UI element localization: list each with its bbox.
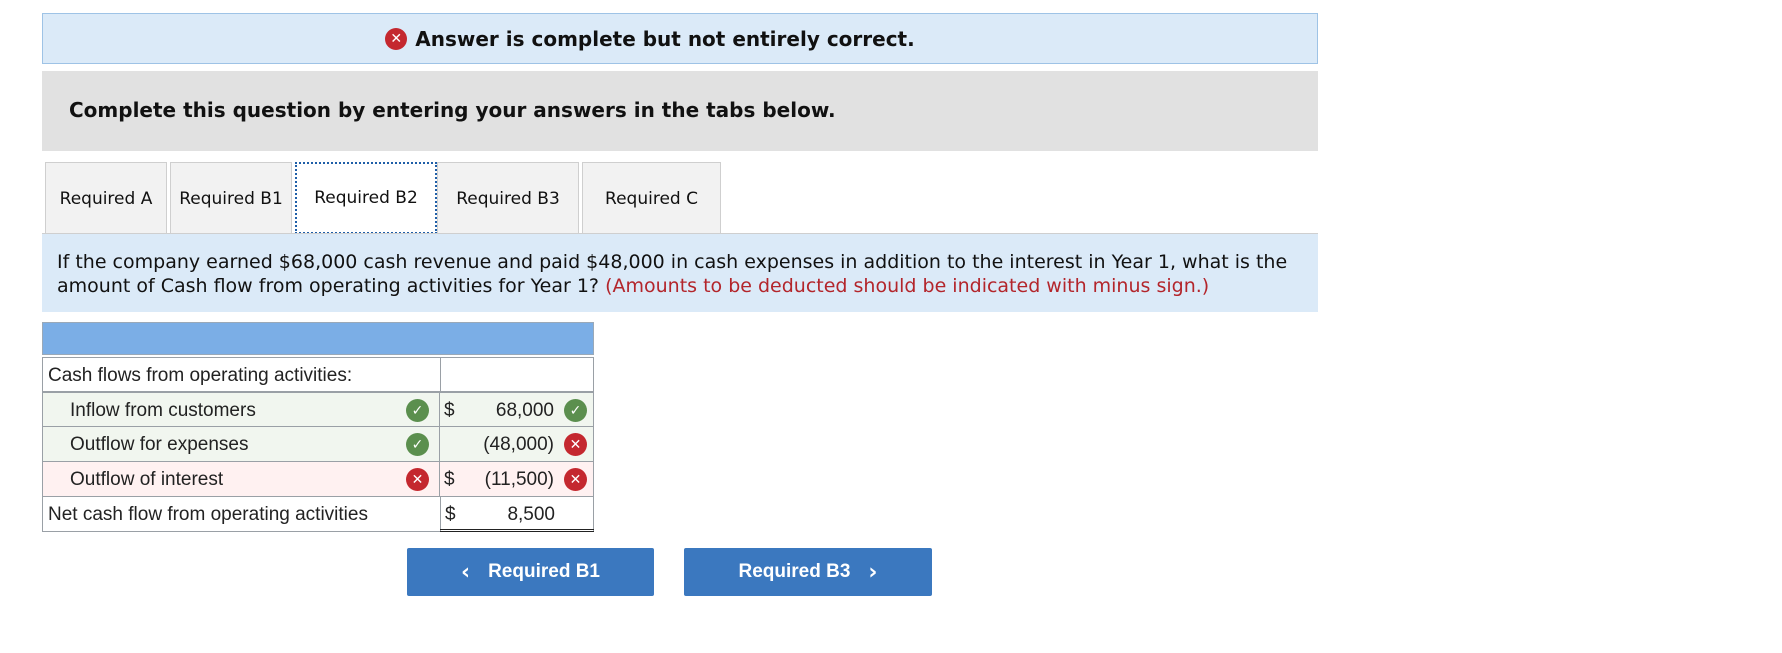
table-header — [42, 322, 594, 355]
currency-symbol: $ — [445, 503, 456, 525]
tab-required-b2[interactable]: Required B2 — [295, 162, 437, 234]
x-circle-icon: ✕ — [564, 468, 587, 491]
next-tab-button[interactable]: Required B3 › — [684, 548, 932, 596]
feedback-banner: ✕ Answer is complete but not entirely co… — [42, 13, 1318, 64]
check-circle-icon: ✓ — [564, 399, 587, 422]
chevron-left-icon: ‹ — [461, 559, 471, 585]
check-circle-icon: ✓ — [406, 399, 429, 422]
row-label: Cash flows from operating activities: — [48, 364, 353, 386]
double-underline — [440, 529, 594, 532]
table-row: Outflow for expenses ✓ (48,000) ✕ — [42, 427, 594, 462]
amount-input[interactable]: (48,000) — [472, 427, 554, 462]
row-label: Outflow for expenses — [70, 433, 249, 455]
amount-input[interactable]: 68,000 — [492, 393, 554, 428]
tab-bar: Required A Required B1 Required B2 Requi… — [45, 162, 1318, 234]
tab-required-b3[interactable]: Required B3 — [437, 162, 579, 234]
total-amount[interactable]: 8,500 — [473, 497, 555, 532]
row-label: Outflow of interest — [70, 468, 224, 490]
tab-required-a[interactable]: Required A — [45, 162, 167, 234]
table-row: Cash flows from operating activities: — [42, 357, 594, 532]
instructions-text: Complete this question by entering your … — [69, 97, 836, 122]
check-circle-icon: ✓ — [406, 433, 429, 456]
currency-symbol: $ — [444, 468, 455, 490]
table-row: Net cash flow from operating activities … — [42, 497, 594, 532]
row-label: Inflow from customers — [70, 399, 256, 421]
question-note: (Amounts to be deducted should be indica… — [605, 275, 1210, 297]
table-row: Outflow of interest ✕ $ (11,500) ✕ — [42, 462, 594, 497]
instructions-panel: Complete this question by entering your … — [42, 71, 1318, 151]
table-row: Inflow from customers ✓ $ 68,000 ✓ — [42, 392, 594, 427]
chevron-right-icon: › — [868, 559, 878, 585]
feedback-text: Answer is complete but not entirely corr… — [415, 26, 915, 51]
row-label: Net cash flow from operating activities — [48, 503, 368, 525]
amount-input[interactable]: (11,500) — [472, 462, 554, 497]
tab-required-c[interactable]: Required C — [582, 162, 721, 234]
prev-tab-button[interactable]: ‹ Required B1 — [407, 548, 654, 596]
x-circle-icon: ✕ — [564, 433, 587, 456]
question-panel: If the company earned $68,000 cash reven… — [42, 234, 1318, 312]
x-circle-icon: ✕ — [385, 27, 408, 50]
currency-symbol: $ — [444, 399, 455, 421]
tab-required-b1[interactable]: Required B1 — [170, 162, 292, 234]
x-circle-icon: ✕ — [406, 468, 429, 491]
